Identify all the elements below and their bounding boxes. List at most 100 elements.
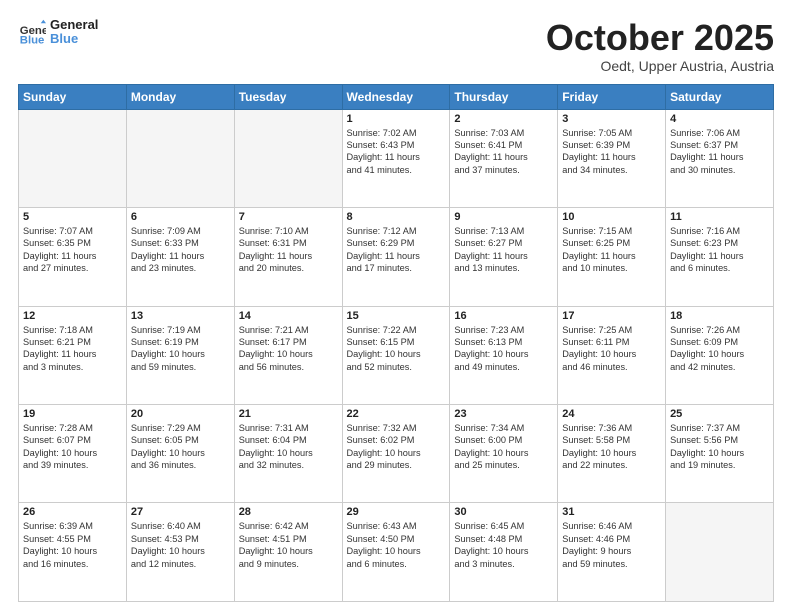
day-number: 25 (670, 408, 769, 420)
day-number: 15 (347, 310, 446, 322)
day-cell: 15 Sunrise: 7:22 AMSunset: 6:15 PMDayligh… (342, 306, 450, 404)
day-cell: 24 Sunrise: 7:36 AMSunset: 5:58 PMDayligh… (558, 405, 666, 503)
day-number: 12 (23, 310, 122, 322)
day-number: 31 (562, 506, 661, 518)
day-cell: 17 Sunrise: 7:25 AMSunset: 6:11 PMDayligh… (558, 306, 666, 404)
calendar-table: SundayMondayTuesdayWednesdayThursdayFrid… (18, 84, 774, 602)
day-info: Sunrise: 7:18 AMSunset: 6:21 PMDaylight:… (23, 324, 122, 374)
week-row-5: 26 Sunrise: 6:39 AMSunset: 4:55 PMDayligh… (19, 503, 774, 602)
page: General Blue General Blue October 2025 O… (0, 0, 792, 612)
day-number: 27 (131, 506, 230, 518)
day-number: 18 (670, 310, 769, 322)
weekday-header-monday: Monday (126, 84, 234, 109)
day-info: Sunrise: 7:06 AMSunset: 6:37 PMDaylight:… (670, 127, 769, 177)
logo: General Blue General Blue (18, 18, 98, 47)
day-cell: 13Sunrise: 7:19 AMSunset: 6:19 PMDayligh… (126, 306, 234, 404)
week-row-2: 5 Sunrise: 7:07 AMSunset: 6:35 PMDaylight… (19, 208, 774, 306)
day-info: Sunrise: 6:45 AMSunset: 4:48 PMDaylight:… (454, 520, 553, 570)
day-number: 14 (239, 310, 338, 322)
day-cell: 27Sunrise: 6:40 AMSunset: 4:53 PMDayligh… (126, 503, 234, 602)
logo-line1: General (50, 18, 98, 32)
day-info: Sunrise: 7:15 AMSunset: 6:25 PMDaylight:… (562, 225, 661, 275)
day-info: Sunrise: 7:34 AMSunset: 6:00 PMDaylight:… (454, 422, 553, 472)
day-number: 2 (454, 113, 553, 125)
day-number: 19 (23, 408, 122, 420)
day-cell: 4 Sunrise: 7:06 AMSunset: 6:37 PMDaylight… (666, 109, 774, 207)
day-cell: 23 Sunrise: 7:34 AMSunset: 6:00 PMDayligh… (450, 405, 558, 503)
day-number: 3 (562, 113, 661, 125)
day-cell (666, 503, 774, 602)
weekday-header-saturday: Saturday (666, 84, 774, 109)
day-number: 26 (23, 506, 122, 518)
day-cell: 9 Sunrise: 7:13 AMSunset: 6:27 PMDaylight… (450, 208, 558, 306)
day-info: Sunrise: 7:21 AMSunset: 6:17 PMDaylight:… (239, 324, 338, 374)
day-cell: 11Sunrise: 7:16 AMSunset: 6:23 PMDayligh… (666, 208, 774, 306)
week-row-3: 12 Sunrise: 7:18 AMSunset: 6:21 PMDayligh… (19, 306, 774, 404)
day-info: Sunrise: 7:26 AMSunset: 6:09 PMDaylight:… (670, 324, 769, 374)
day-cell: 18 Sunrise: 7:26 AMSunset: 6:09 PMDayligh… (666, 306, 774, 404)
day-info: Sunrise: 7:03 AMSunset: 6:41 PMDaylight:… (454, 127, 553, 177)
day-cell: 1Sunrise: 7:02 AMSunset: 6:43 PMDaylight… (342, 109, 450, 207)
day-info: Sunrise: 7:13 AMSunset: 6:27 PMDaylight:… (454, 225, 553, 275)
day-cell: 14 Sunrise: 7:21 AMSunset: 6:17 PMDayligh… (234, 306, 342, 404)
day-info: Sunrise: 7:19 AMSunset: 6:19 PMDaylight:… (131, 324, 230, 374)
day-number: 16 (454, 310, 553, 322)
day-cell: 30 Sunrise: 6:45 AMSunset: 4:48 PMDayligh… (450, 503, 558, 602)
day-cell: 5 Sunrise: 7:07 AMSunset: 6:35 PMDaylight… (19, 208, 127, 306)
day-number: 5 (23, 211, 122, 223)
day-cell: 29Sunrise: 6:43 AMSunset: 4:50 PMDayligh… (342, 503, 450, 602)
day-info: Sunrise: 7:36 AMSunset: 5:58 PMDaylight:… (562, 422, 661, 472)
day-info: Sunrise: 7:07 AMSunset: 6:35 PMDaylight:… (23, 225, 122, 275)
day-cell: 20Sunrise: 7:29 AMSunset: 6:05 PMDayligh… (126, 405, 234, 503)
logo-line2: Blue (50, 32, 98, 46)
day-cell: 19 Sunrise: 7:28 AMSunset: 6:07 PMDayligh… (19, 405, 127, 503)
day-info: Sunrise: 7:32 AMSunset: 6:02 PMDaylight:… (347, 422, 446, 472)
day-number: 1 (347, 113, 446, 125)
week-row-4: 19 Sunrise: 7:28 AMSunset: 6:07 PMDayligh… (19, 405, 774, 503)
day-cell: 6Sunrise: 7:09 AMSunset: 6:33 PMDaylight… (126, 208, 234, 306)
day-info: Sunrise: 7:23 AMSunset: 6:13 PMDaylight:… (454, 324, 553, 374)
weekday-header-wednesday: Wednesday (342, 84, 450, 109)
day-cell: 21Sunrise: 7:31 AMSunset: 6:04 PMDayligh… (234, 405, 342, 503)
day-info: Sunrise: 6:43 AMSunset: 4:50 PMDaylight:… (347, 520, 446, 570)
weekday-header-row: SundayMondayTuesdayWednesdayThursdayFrid… (19, 84, 774, 109)
day-number: 9 (454, 211, 553, 223)
day-info: Sunrise: 6:42 AMSunset: 4:51 PMDaylight:… (239, 520, 338, 570)
weekday-header-sunday: Sunday (19, 84, 127, 109)
day-info: Sunrise: 7:22 AMSunset: 6:15 PMDaylight:… (347, 324, 446, 374)
location: Oedt, Upper Austria, Austria (546, 58, 774, 74)
day-info: Sunrise: 7:05 AMSunset: 6:39 PMDaylight:… (562, 127, 661, 177)
week-row-1: 1Sunrise: 7:02 AMSunset: 6:43 PMDaylight… (19, 109, 774, 207)
day-number: 22 (347, 408, 446, 420)
day-info: Sunrise: 6:39 AMSunset: 4:55 PMDaylight:… (23, 520, 122, 570)
day-cell (126, 109, 234, 207)
day-info: Sunrise: 7:37 AMSunset: 5:56 PMDaylight:… (670, 422, 769, 472)
day-cell: 12 Sunrise: 7:18 AMSunset: 6:21 PMDayligh… (19, 306, 127, 404)
weekday-header-thursday: Thursday (450, 84, 558, 109)
day-number: 4 (670, 113, 769, 125)
day-number: 23 (454, 408, 553, 420)
day-number: 6 (131, 211, 230, 223)
day-number: 7 (239, 211, 338, 223)
day-cell: 26 Sunrise: 6:39 AMSunset: 4:55 PMDayligh… (19, 503, 127, 602)
day-number: 10 (562, 211, 661, 223)
day-number: 11 (670, 211, 769, 223)
day-number: 28 (239, 506, 338, 518)
day-info: Sunrise: 7:31 AMSunset: 6:04 PMDaylight:… (239, 422, 338, 472)
header: General Blue General Blue October 2025 O… (18, 18, 774, 74)
day-info: Sunrise: 7:25 AMSunset: 6:11 PMDaylight:… (562, 324, 661, 374)
day-cell: 2 Sunrise: 7:03 AMSunset: 6:41 PMDaylight… (450, 109, 558, 207)
day-number: 30 (454, 506, 553, 518)
day-cell: 8Sunrise: 7:12 AMSunset: 6:29 PMDaylight… (342, 208, 450, 306)
month-title: October 2025 (546, 18, 774, 58)
day-info: Sunrise: 7:12 AMSunset: 6:29 PMDaylight:… (347, 225, 446, 275)
day-cell: 3 Sunrise: 7:05 AMSunset: 6:39 PMDaylight… (558, 109, 666, 207)
weekday-header-friday: Friday (558, 84, 666, 109)
day-number: 17 (562, 310, 661, 322)
day-cell: 31 Sunrise: 6:46 AMSunset: 4:46 PMDayligh… (558, 503, 666, 602)
day-number: 24 (562, 408, 661, 420)
day-cell: 16 Sunrise: 7:23 AMSunset: 6:13 PMDayligh… (450, 306, 558, 404)
weekday-header-tuesday: Tuesday (234, 84, 342, 109)
day-info: Sunrise: 6:46 AMSunset: 4:46 PMDaylight:… (562, 520, 661, 570)
day-info: Sunrise: 7:28 AMSunset: 6:07 PMDaylight:… (23, 422, 122, 472)
